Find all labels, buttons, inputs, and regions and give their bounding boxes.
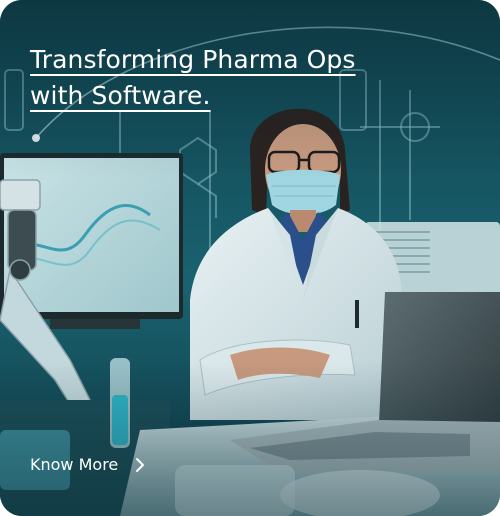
headline-line-2: with Software. [30,81,211,110]
headline-line-1: Transforming Pharma Ops [30,45,356,74]
chevron-right-icon [136,457,145,472]
promo-card[interactable]: Transforming Pharma Ops with Software. K… [0,0,500,516]
know-more-label: Know More [30,455,119,474]
know-more-link[interactable]: Know More [30,455,148,474]
headline: Transforming Pharma Ops with Software. [30,42,410,114]
